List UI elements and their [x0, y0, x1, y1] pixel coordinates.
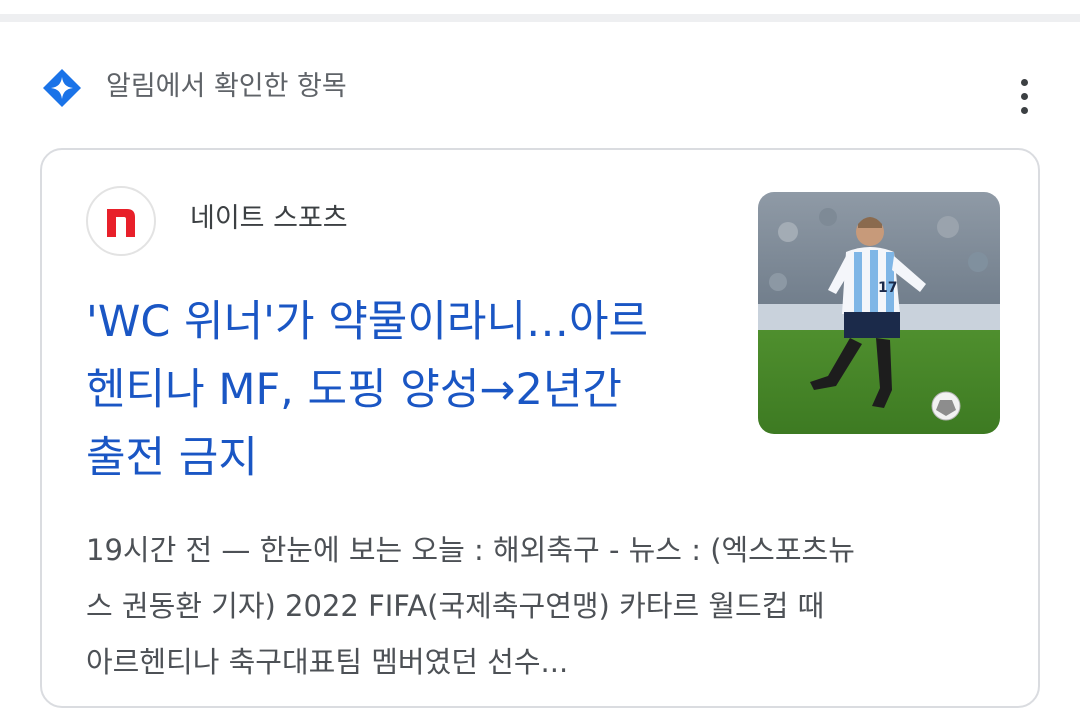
headline-line: 출전 금지 — [86, 433, 258, 483]
article-headline[interactable]: 'WC 위너'가 약물이라니…아르 헨티나 MF, 도핑 양성→2년간 출전 금… — [86, 288, 726, 492]
article-snippet: 19시간 전 — 한눈에 보는 오늘 : 해외축구 - 뉴스 : (엑스포츠뉴 … — [86, 522, 996, 690]
snippet-line: 스 권동환 기자) 2022 FIFA(국제축구연맹) 카타르 월드컵 때 — [86, 589, 825, 623]
top-divider — [0, 14, 1080, 22]
source-name: 네이트 스포츠 — [190, 203, 348, 234]
more-vert-icon — [1020, 78, 1028, 86]
headline-line: 헨티나 MF, 도핑 양성→2년간 — [86, 365, 622, 415]
section-header: 알림에서 확인한 항목 — [0, 60, 1080, 120]
snippet-line: 아르헨티나 축구대표팀 멤버였던 선수... — [86, 645, 569, 679]
snippet-line: 19시간 전 — 한눈에 보는 오늘 : 해외축구 - 뉴스 : (엑스포츠뉴 — [86, 533, 855, 567]
more-vert-dot — [1020, 106, 1028, 114]
source-logo — [86, 186, 156, 256]
section-title: 알림에서 확인한 항목 — [106, 71, 347, 102]
more-vert-dot — [1020, 92, 1028, 100]
discover-sparkle-icon — [42, 68, 82, 108]
news-card[interactable]: 네이트 스포츠 'WC 위너'가 약물이라니…아르 헨티나 MF, 도핑 양성→… — [40, 148, 1040, 708]
more-options-button[interactable] — [1004, 70, 1044, 122]
headline-line: 'WC 위너'가 약물이라니…아르 — [86, 297, 649, 347]
article-thumbnail[interactable]: 17 — [758, 192, 1000, 434]
soccer-player-photo: 17 — [758, 192, 1000, 434]
jersey-number: 17 — [878, 280, 897, 296]
nate-logo-icon — [107, 209, 135, 237]
